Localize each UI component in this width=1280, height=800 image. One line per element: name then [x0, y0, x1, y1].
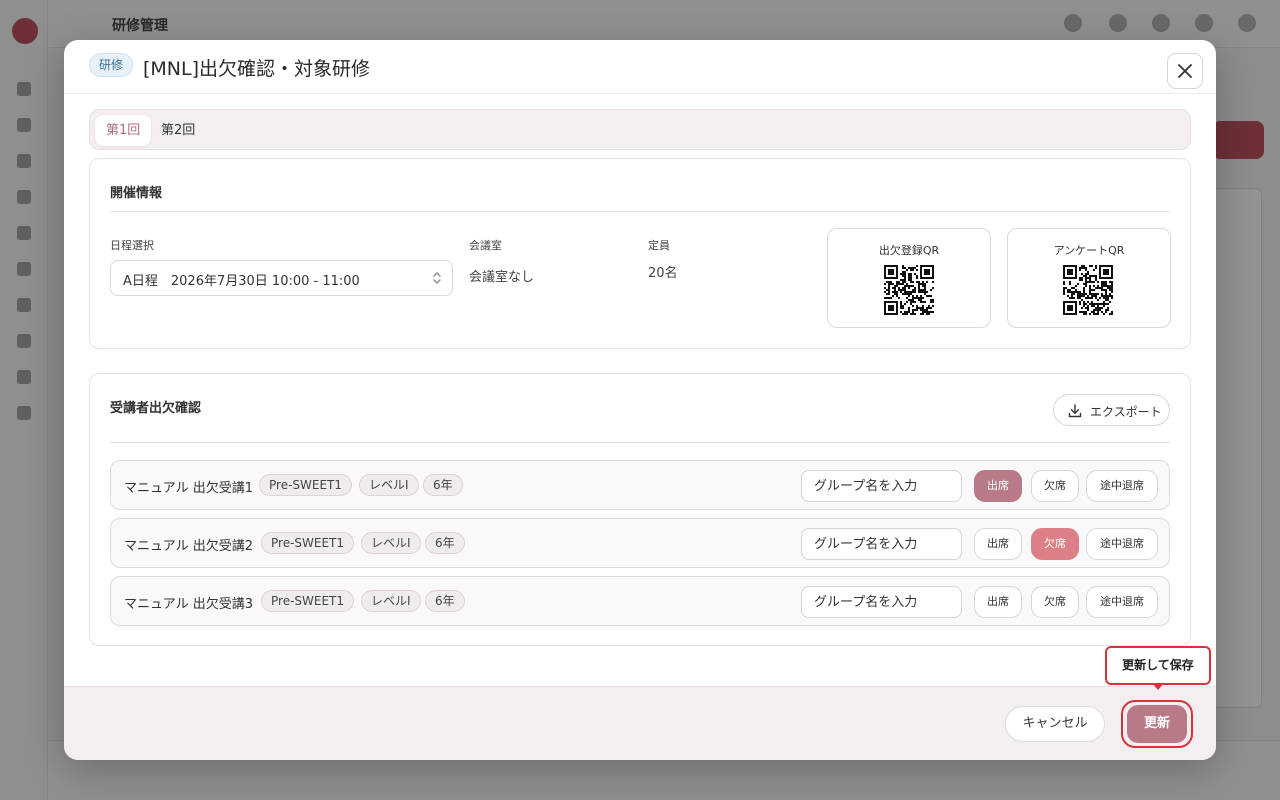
attendee-row: マニュアル 出欠受講3 Pre-SWEET1 レベルI6年 出席欠席途中退席	[110, 576, 1170, 626]
present-button[interactable]: 出席	[974, 470, 1022, 502]
attendee-tag: レベルI	[361, 532, 421, 554]
update-button-highlight: 更新	[1121, 700, 1193, 748]
update-button[interactable]: 更新	[1127, 705, 1187, 743]
attendee-row: マニュアル 出欠受講2 Pre-SWEET1 レベルI6年 出席欠席途中退席	[110, 518, 1170, 568]
attendee-name: マニュアル 出欠受講2	[124, 539, 254, 554]
attendee-row: マニュアル 出欠受講1 Pre-SWEET1 レベルI6年 出席欠席途中退席	[110, 460, 1170, 510]
capacity-value: 20名	[648, 266, 678, 281]
attendee-name: マニュアル 出欠受講1	[124, 481, 254, 496]
attendance-card: 受講者出欠確認 エクスポート マニュアル 出欠受講1 Pre-SWEET1 レベルI…	[89, 373, 1191, 646]
modal-header: 研修 [MNL]出欠確認・対象研修	[64, 40, 1216, 94]
attendee-tag: 6年	[425, 590, 465, 612]
divider	[110, 442, 1170, 443]
schedule-value: A日程 2026年7月30日 10:00 - 11:00	[123, 274, 360, 289]
left-early-button[interactable]: 途中退席	[1086, 470, 1158, 502]
attendance-qr-card[interactable]: 出欠登録QR	[827, 228, 991, 328]
attendance-title: 受講者出欠確認	[110, 401, 202, 416]
attendee-tag: Pre-SWEET1	[259, 474, 353, 496]
category-badge: 研修	[89, 53, 134, 77]
schedule-select[interactable]: A日程 2026年7月30日 10:00 - 11:00	[110, 260, 453, 296]
close-button[interactable]	[1167, 53, 1203, 89]
attendee-tag: Pre-SWEET1	[261, 532, 355, 554]
absent-button[interactable]: 欠席	[1031, 528, 1079, 560]
modal-footer: キャンセル 更新	[64, 686, 1216, 760]
export-label: エクスポート	[1090, 405, 1162, 419]
survey-qr-label: アンケートQR	[1053, 244, 1125, 257]
room-label: 会議室	[469, 239, 502, 252]
attendee-tag: 6年	[425, 532, 465, 554]
modal-title: [MNL]出欠確認・対象研修	[143, 58, 371, 80]
attendee-tag: レベルI	[359, 474, 419, 496]
cancel-button[interactable]: キャンセル	[1005, 706, 1105, 742]
attendance-qr-code	[884, 265, 934, 315]
divider	[110, 211, 1170, 212]
attendee-tag: レベルI	[361, 590, 421, 612]
attendee-name: マニュアル 出欠受講3	[124, 597, 254, 612]
tooltip-arrow	[1152, 683, 1164, 690]
chevron-up-down-icon	[433, 272, 441, 284]
attendee-tag: 6年	[423, 474, 463, 496]
survey-qr-code	[1063, 265, 1113, 315]
attendance-qr-label: 出欠登録QR	[878, 244, 940, 257]
attendee-tag: Pre-SWEET1	[261, 590, 355, 612]
event-info-card: 開催情報 日程選択 A日程 2026年7月30日 10:00 - 11:00 会…	[89, 158, 1191, 349]
group-name-input[interactable]	[801, 586, 962, 618]
export-button[interactable]: エクスポート	[1053, 394, 1170, 426]
group-name-input[interactable]	[801, 528, 962, 560]
update-tooltip: 更新して保存	[1105, 646, 1211, 685]
left-early-button[interactable]: 途中退席	[1086, 586, 1158, 618]
present-button[interactable]: 出席	[974, 586, 1022, 618]
present-button[interactable]: 出席	[974, 528, 1022, 560]
absent-button[interactable]: 欠席	[1031, 470, 1079, 502]
download-icon	[1068, 404, 1082, 418]
schedule-label: 日程選択	[110, 239, 154, 252]
attendance-modal: 研修 [MNL]出欠確認・対象研修 第1回 第2回 開催情報 日程選択 A日程 …	[64, 40, 1216, 760]
session-tabs: 第1回 第2回	[89, 109, 1191, 150]
event-info-title: 開催情報	[110, 186, 163, 201]
capacity-label: 定員	[648, 239, 670, 252]
group-name-input[interactable]	[801, 470, 962, 502]
absent-button[interactable]: 欠席	[1031, 586, 1079, 618]
room-value: 会議室なし	[469, 270, 535, 285]
tab-session-2[interactable]: 第2回	[150, 115, 206, 146]
left-early-button[interactable]: 途中退席	[1086, 528, 1158, 560]
close-icon	[1178, 64, 1192, 78]
tab-session-1[interactable]: 第1回	[95, 115, 152, 146]
survey-qr-card[interactable]: アンケートQR	[1007, 228, 1171, 328]
